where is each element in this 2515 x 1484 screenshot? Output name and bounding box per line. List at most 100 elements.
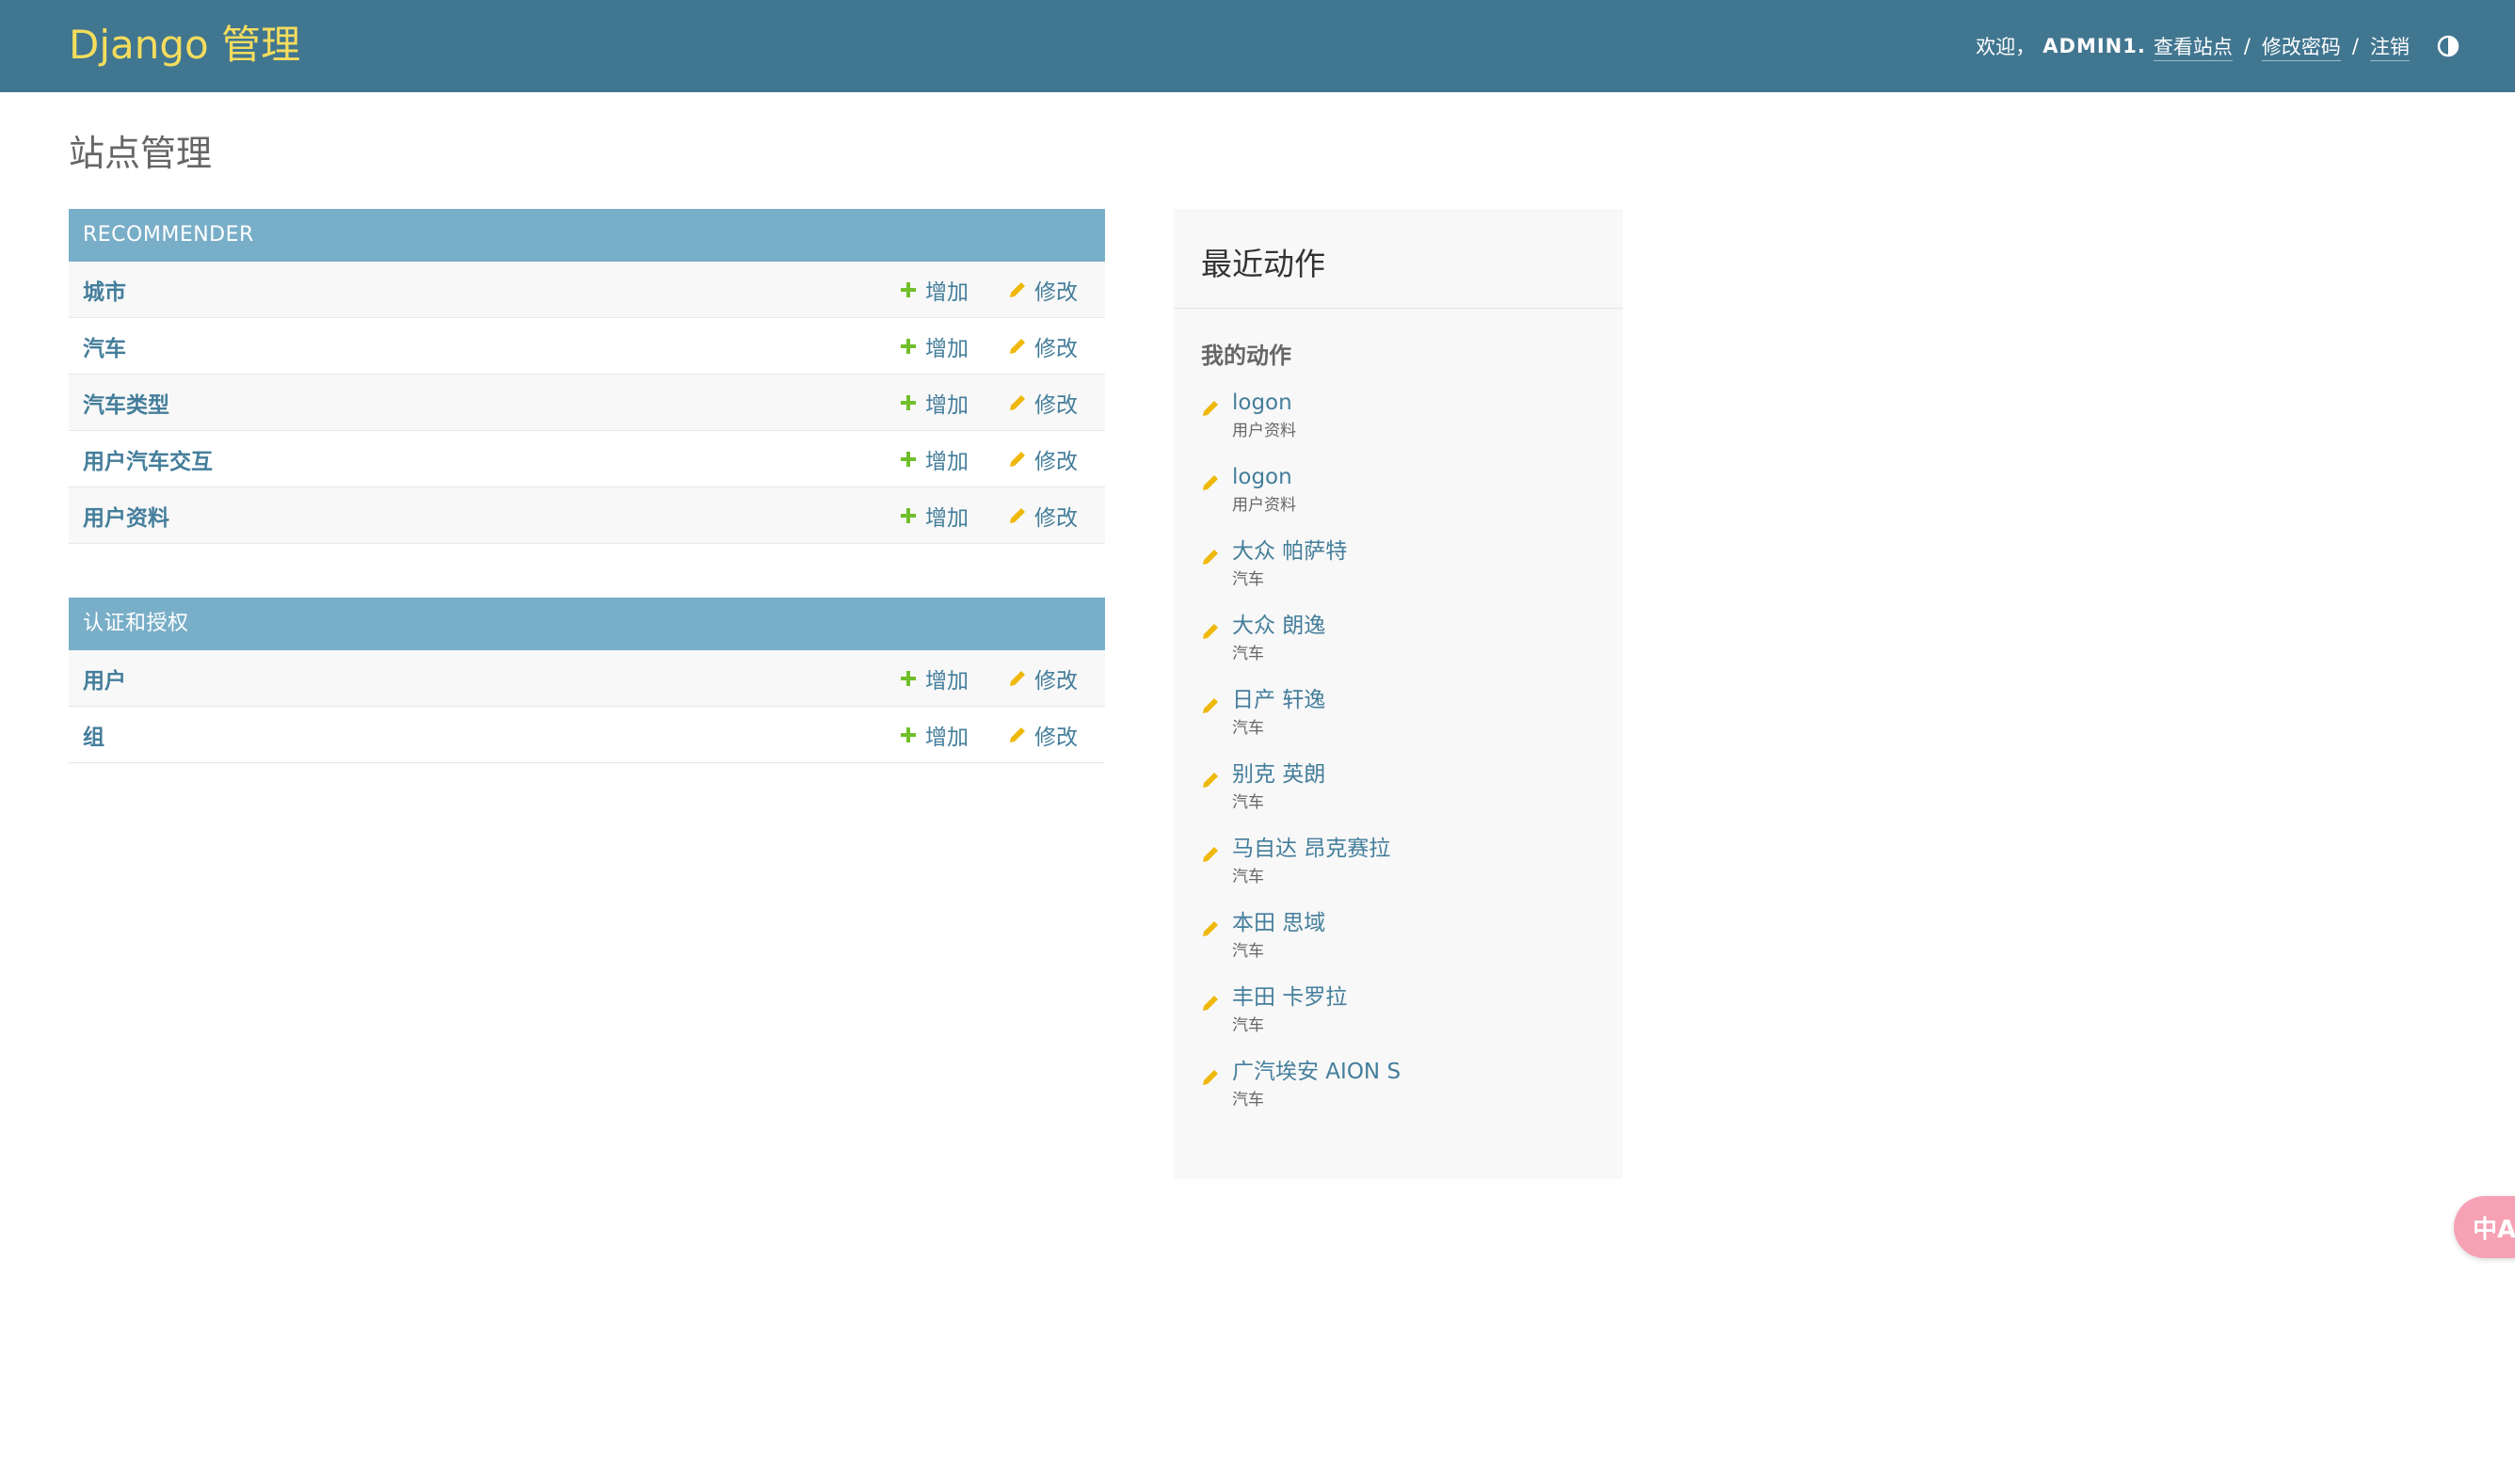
model-row: 组 增加 修改 [69,707,1105,763]
recent-action-item: 马自达 昂克赛拉 汽车 [1174,834,1623,908]
separator: / [2351,35,2359,57]
change-link[interactable]: 修改 [1008,662,1078,694]
change-link[interactable]: 修改 [1008,443,1078,475]
recent-action-link[interactable]: 本田 思域 [1232,908,1623,938]
pencil-icon [1203,773,1218,788]
recent-action-type: 汽车 [1232,793,1264,812]
add-link[interactable]: 增加 [899,662,969,694]
header: Django 管理 欢迎， ADMIN1. 查看站点 / 修改密码 / 注销 [0,0,2515,92]
recent-action-item: logon 用户资料 [1174,388,1623,462]
model-row: 用户汽车交互 增加 修改 [69,431,1105,487]
add-link[interactable]: 增加 [899,387,969,419]
logout-link[interactable]: 注销 [2370,32,2410,61]
recent-action-item: 大众 朗逸 汽车 [1174,611,1623,685]
recent-action-type: 汽车 [1232,942,1264,961]
model-row: 用户资料 增加 修改 [69,487,1105,544]
recent-action-type: 汽车 [1232,719,1264,738]
recent-action-type: 汽车 [1232,868,1264,886]
model-link[interactable]: 汽车 [69,330,126,362]
pencil-icon [1203,698,1218,713]
model-row: 城市 增加 修改 [69,262,1105,318]
my-actions-heading: 我的动作 [1201,343,1291,369]
plus-icon [901,508,916,523]
recent-actions-title: 最近动作 [1174,209,1623,309]
pencil-icon [1010,508,1025,523]
change-link[interactable]: 修改 [1008,387,1078,419]
plus-icon [901,671,916,686]
change-link[interactable]: 修改 [1008,500,1078,532]
pencil-icon [1203,921,1218,936]
model-link[interactable]: 城市 [69,274,126,306]
recent-action-link[interactable]: 大众 朗逸 [1232,611,1623,641]
pencil-icon [1010,452,1025,467]
recent-action-type: 汽车 [1232,1016,1264,1035]
model-link[interactable]: 用户资料 [69,500,169,532]
module-caption[interactable]: RECOMMENDER [69,209,1105,262]
page-title: 站点管理 [69,133,213,174]
user-tools: 欢迎， ADMIN1. 查看站点 / 修改密码 / 注销 [1976,28,2462,64]
pencil-icon [1010,395,1025,410]
recent-action-link[interactable]: 日产 轩逸 [1232,685,1623,715]
module-caption[interactable]: 认证和授权 [69,598,1105,650]
recent-action-link[interactable]: 大众 帕萨特 [1232,536,1623,566]
separator: / [2243,35,2251,57]
recent-actions-panel: 最近动作 我的动作 logon 用户资料 logon 用户资料 大众 帕萨特 汽… [1174,209,1623,1179]
pencil-icon [1010,339,1025,354]
plus-icon [901,282,916,297]
model-link[interactable]: 组 [69,719,104,751]
recent-action-type: 汽车 [1232,1091,1264,1109]
pencil-icon [1203,550,1218,565]
model-row: 汽车 增加 修改 [69,318,1105,375]
recent-action-item: 广汽埃安 AION S 汽车 [1174,1057,1623,1131]
recent-action-link[interactable]: 丰田 卡罗拉 [1232,982,1623,1013]
add-link[interactable]: 增加 [899,719,969,751]
change-link[interactable]: 修改 [1008,274,1078,306]
welcome-text: 欢迎， [1976,36,2036,58]
recent-action-item: 别克 英朗 汽车 [1174,759,1623,834]
recent-action-item: logon 用户资料 [1174,462,1623,536]
model-row: 汽车类型 增加 修改 [69,375,1105,431]
pencil-icon [1203,401,1218,416]
recent-action-type: 用户资料 [1232,422,1296,440]
change-link[interactable]: 修改 [1008,330,1078,362]
add-link[interactable]: 增加 [899,330,969,362]
translate-button[interactable]: 中A [2454,1196,2515,1258]
site-brand[interactable]: Django 管理 [69,21,300,70]
recent-action-item: 丰田 卡罗拉 汽车 [1174,982,1623,1057]
add-link[interactable]: 增加 [899,274,969,306]
recent-action-link[interactable]: logon [1232,388,1623,418]
plus-icon [901,727,916,742]
recent-action-link[interactable]: 广汽埃安 AION S [1232,1057,1623,1087]
model-row: 用户 增加 修改 [69,650,1105,707]
translate-icon: 中A [2473,1215,2515,1244]
username: ADMIN1. [2042,35,2146,57]
plus-icon [901,452,916,467]
plus-icon [901,339,916,354]
plus-icon [901,395,916,410]
change-password-link[interactable]: 修改密码 [2261,32,2341,61]
recent-action-item: 本田 思域 汽车 [1174,908,1623,982]
add-link[interactable]: 增加 [899,443,969,475]
change-link[interactable]: 修改 [1008,719,1078,751]
view-site-link[interactable]: 查看站点 [2153,32,2233,61]
model-link[interactable]: 用户汽车交互 [69,443,213,475]
pencil-icon [1203,1070,1218,1085]
recent-action-item: 大众 帕萨特 汽车 [1174,536,1623,611]
model-link[interactable]: 用户 [69,662,126,694]
add-link[interactable]: 增加 [899,500,969,532]
recent-action-link[interactable]: 别克 英朗 [1232,759,1623,790]
pencil-icon [1203,475,1218,490]
recent-action-type: 汽车 [1232,645,1264,663]
pencil-icon [1203,996,1218,1011]
module-auth: 认证和授权 用户 增加 修改 组 增加 修改 [69,598,1105,763]
recent-action-link[interactable]: logon [1232,462,1623,492]
module-recommender: RECOMMENDER 城市 增加 修改 汽车 增加 修改 汽车类型 增加 修改… [69,209,1105,544]
recent-action-link[interactable]: 马自达 昂克赛拉 [1232,834,1623,864]
pencil-icon [1203,847,1218,862]
recent-action-type: 用户资料 [1232,496,1296,515]
pencil-icon [1010,282,1025,297]
theme-toggle-icon[interactable] [2434,32,2462,60]
pencil-icon [1203,624,1218,639]
pencil-icon [1010,671,1025,686]
model-link[interactable]: 汽车类型 [69,387,169,419]
